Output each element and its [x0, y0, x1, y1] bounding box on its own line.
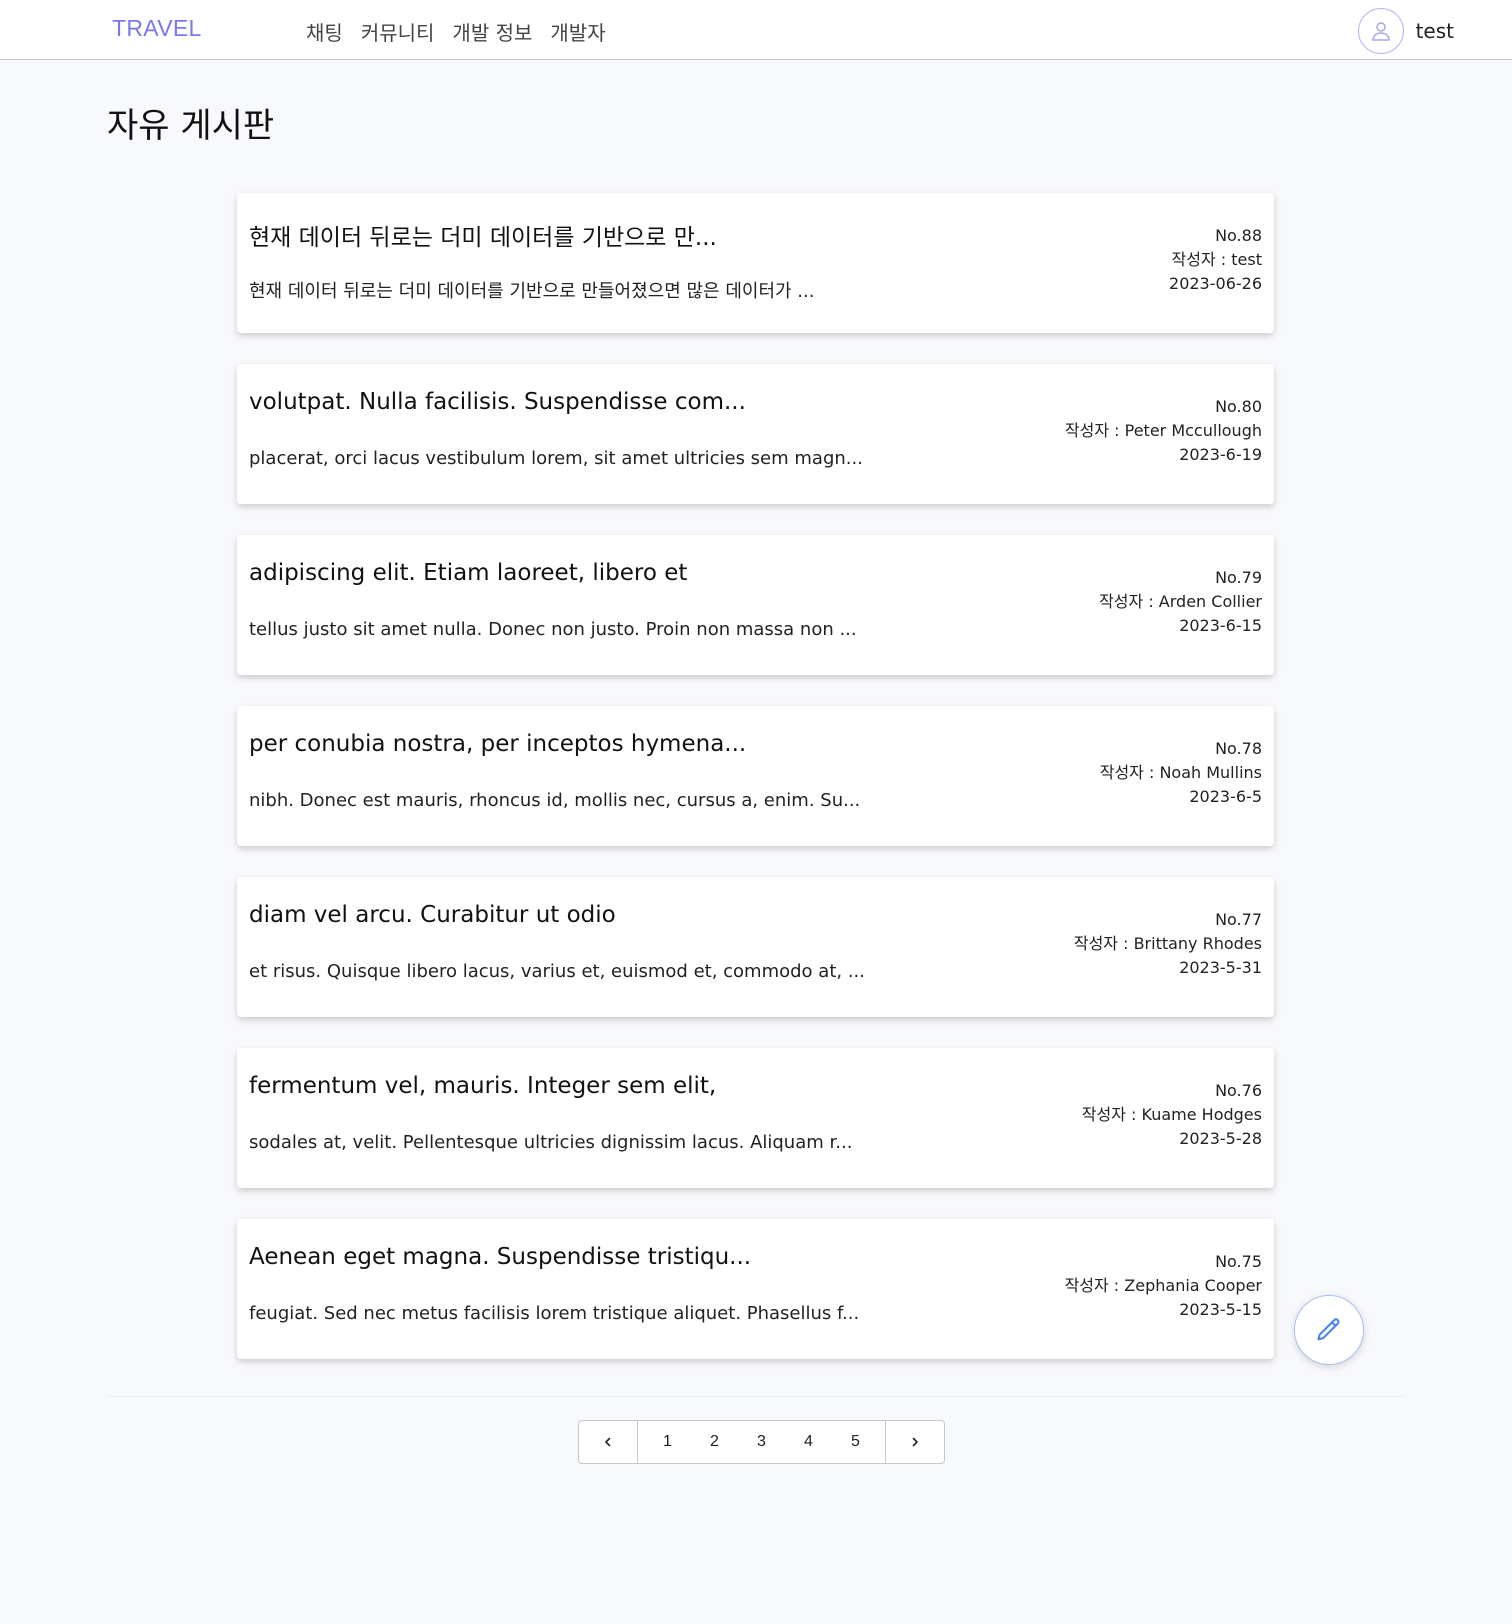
post-card[interactable]: volutpat. Nulla facilisis. Suspendisse c…	[237, 364, 1274, 504]
page-title: 자유 게시판	[107, 106, 275, 146]
page-button-4[interactable]: 4	[785, 1421, 832, 1463]
post-number: No.76	[1215, 1081, 1262, 1100]
post-card[interactable]: 현재 데이터 뒤로는 더미 데이터를 기반으로 만... 현재 데이터 뒤로는 …	[237, 193, 1274, 333]
page-numbers: 1 2 3 4 5	[638, 1421, 885, 1463]
post-author: 작성자 : Brittany Rhodes	[1073, 934, 1262, 953]
post-author: 작성자 : Peter Mccullough	[1064, 421, 1262, 440]
main-nav: 채팅 커뮤니티 개발 정보 개발자	[306, 17, 606, 46]
page-button-5[interactable]: 5	[832, 1421, 879, 1463]
write-post-button[interactable]	[1294, 1295, 1364, 1365]
page-button-1[interactable]: 1	[644, 1421, 691, 1463]
post-title[interactable]: adipiscing elit. Etiam laoreet, libero e…	[249, 560, 687, 586]
post-card[interactable]: diam vel arcu. Curabitur ut odio et risu…	[237, 877, 1274, 1017]
post-title[interactable]: volutpat. Nulla facilisis. Suspendisse c…	[249, 389, 746, 415]
chevron-left-icon	[605, 1437, 611, 1447]
nav-item-community[interactable]: 커뮤니티	[361, 17, 435, 46]
prev-page-button[interactable]	[579, 1421, 638, 1463]
nav-item-developers[interactable]: 개발자	[550, 17, 605, 46]
post-card[interactable]: adipiscing elit. Etiam laoreet, libero e…	[237, 535, 1274, 675]
page-button-3[interactable]: 3	[738, 1421, 785, 1463]
post-title[interactable]: per conubia nostra, per inceptos hymena.…	[249, 731, 746, 757]
post-author: 작성자 : test	[1171, 250, 1262, 269]
post-meta: No.79 작성자 : Arden Collier 2023-6-15	[1099, 566, 1262, 638]
post-date: 2023-6-15	[1179, 616, 1262, 635]
post-meta: No.76 작성자 : Kuame Hodges 2023-5-28	[1082, 1079, 1262, 1151]
post-date: 2023-6-5	[1189, 787, 1262, 806]
post-title[interactable]: fermentum vel, mauris. Integer sem elit,	[249, 1073, 716, 1099]
post-number: No.75	[1215, 1252, 1262, 1271]
post-author: 작성자 : Zephania Cooper	[1064, 1276, 1262, 1295]
post-meta: No.78 작성자 : Noah Mullins 2023-6-5	[1100, 737, 1262, 809]
user-menu[interactable]: test	[1357, 8, 1454, 54]
post-date: 2023-5-31	[1179, 958, 1262, 977]
post-meta: No.80 작성자 : Peter Mccullough 2023-6-19	[1065, 395, 1262, 467]
post-meta: No.88 작성자 : test 2023-06-26	[1169, 224, 1262, 296]
post-meta: No.75 작성자 : Zephania Cooper 2023-5-15	[1065, 1250, 1262, 1322]
post-excerpt: placerat, orci lacus vestibulum lorem, s…	[249, 448, 863, 469]
post-number: No.79	[1215, 568, 1262, 587]
post-excerpt: sodales at, velit. Pellentesque ultricie…	[249, 1132, 853, 1153]
post-excerpt: et risus. Quisque libero lacus, varius e…	[249, 961, 865, 982]
next-page-button[interactable]	[885, 1421, 944, 1463]
post-list: 현재 데이터 뒤로는 더미 데이터를 기반으로 만... 현재 데이터 뒤로는 …	[237, 193, 1274, 1390]
avatar[interactable]	[1357, 8, 1404, 54]
chevron-right-icon	[912, 1437, 918, 1447]
user-name[interactable]: test	[1416, 19, 1454, 43]
post-number: No.78	[1215, 739, 1262, 758]
page-button-2[interactable]: 2	[691, 1421, 738, 1463]
post-date: 2023-5-15	[1179, 1300, 1262, 1319]
post-card[interactable]: per conubia nostra, per inceptos hymena.…	[237, 706, 1274, 846]
pagination: 1 2 3 4 5	[578, 1420, 945, 1464]
post-meta: No.77 작성자 : Brittany Rhodes 2023-5-31	[1074, 908, 1262, 980]
logo[interactable]: TRAVEL	[112, 15, 202, 42]
post-card[interactable]: fermentum vel, mauris. Integer sem elit,…	[237, 1048, 1274, 1188]
post-date: 2023-06-26	[1169, 274, 1262, 293]
post-date: 2023-5-28	[1179, 1129, 1262, 1148]
post-number: No.88	[1215, 226, 1262, 245]
divider	[107, 1396, 1405, 1397]
nav-item-chat[interactable]: 채팅	[306, 17, 343, 46]
post-excerpt: 현재 데이터 뒤로는 더미 데이터를 기반으로 만들어졌으면 많은 데이터가 .…	[249, 281, 815, 302]
post-excerpt: nibh. Donec est mauris, rhoncus id, moll…	[249, 790, 861, 811]
post-date: 2023-6-19	[1179, 445, 1262, 464]
post-author: 작성자 : Kuame Hodges	[1081, 1105, 1262, 1124]
post-number: No.77	[1215, 910, 1262, 929]
post-card[interactable]: Aenean eget magna. Suspendisse tristiqu.…	[237, 1219, 1274, 1359]
post-excerpt: tellus justo sit amet nulla. Donec non j…	[249, 619, 857, 640]
post-excerpt: feugiat. Sed nec metus facilisis lorem t…	[249, 1303, 860, 1324]
user-icon	[1371, 22, 1390, 41]
pencil-icon	[1317, 1318, 1340, 1341]
post-number: No.80	[1215, 397, 1262, 416]
post-title[interactable]: 현재 데이터 뒤로는 더미 데이터를 기반으로 만...	[249, 218, 717, 252]
post-title[interactable]: Aenean eget magna. Suspendisse tristiqu.…	[249, 1244, 751, 1270]
nav-item-dev-info[interactable]: 개발 정보	[452, 17, 532, 46]
post-title[interactable]: diam vel arcu. Curabitur ut odio	[249, 902, 616, 928]
post-author: 작성자 : Arden Collier	[1099, 592, 1262, 611]
top-navbar: TRAVEL 채팅 커뮤니티 개발 정보 개발자 test	[0, 0, 1512, 60]
post-author: 작성자 : Noah Mullins	[1099, 763, 1262, 782]
